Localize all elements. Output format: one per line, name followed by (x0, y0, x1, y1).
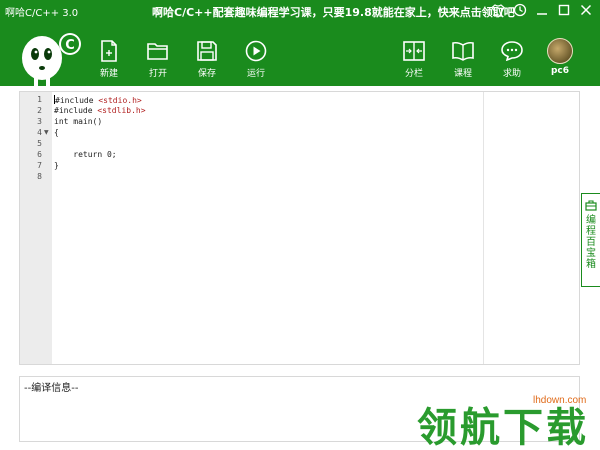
save-label: 保存 (197, 69, 216, 79)
chat-bubble-icon (501, 40, 523, 62)
code-token: return 0; (54, 150, 117, 159)
book-icon (452, 40, 474, 62)
editor-margin-guide (483, 92, 484, 364)
open-file-label: 打开 (148, 69, 167, 79)
programming-toolbox-tab[interactable]: 编程百宝箱 (581, 193, 600, 287)
split-view-icon (403, 40, 425, 62)
app-title: 啊哈C/C++ 3.0 (5, 8, 79, 19)
line-number: 7 (37, 161, 42, 170)
code-token: { (54, 128, 59, 137)
course-label: 课程 (453, 69, 472, 79)
svg-text:C: C (65, 38, 75, 53)
settings-icon[interactable] (512, 2, 528, 18)
open-file-button[interactable]: 打开 (138, 40, 178, 79)
code-line: } (54, 161, 59, 170)
user-name: pc6 (550, 66, 570, 76)
compile-header: --编译信息-- (24, 383, 79, 394)
mascot-logo-icon: C (22, 33, 81, 86)
close-icon[interactable] (578, 2, 594, 18)
run-button[interactable]: 运行 (236, 40, 276, 79)
line-number: 1 (37, 95, 42, 104)
new-file-button[interactable]: 新建 (89, 40, 129, 79)
run-label: 运行 (246, 69, 265, 79)
toolbox-label: 编程百宝箱 (586, 215, 596, 270)
code-editor[interactable]: 1 2 3 4 ▼ 5 6 7 8 #include <stdio.h> #in… (19, 91, 580, 365)
line-number: 3 (37, 117, 42, 126)
toolbox-icon (585, 200, 597, 211)
code-token: int main() (54, 117, 103, 126)
code-line: #include <stdio.h> (54, 95, 142, 105)
code-string: <stdio.h> (98, 96, 142, 105)
code-string: <stdlib.h> (97, 106, 146, 115)
help-button[interactable]: 求助 (492, 40, 532, 79)
minimize-icon[interactable] (534, 2, 550, 18)
code-line: return 0; (54, 150, 117, 159)
code-token: } (54, 161, 59, 170)
save-icon (196, 40, 218, 62)
promo-banner-link[interactable]: 啊哈C/C++配套趣味编程学习课，只要19.8就能在家上，快来点击领取吧 (152, 4, 515, 20)
new-file-icon (98, 40, 120, 62)
watermark-url: lhdown.com (533, 395, 587, 406)
watermark: 领航下载 lhdown.com (417, 395, 597, 450)
save-button[interactable]: 保存 (187, 40, 227, 79)
code-line: int main() (54, 117, 102, 126)
new-file-label: 新建 (99, 69, 118, 79)
play-icon (245, 40, 267, 62)
maximize-icon[interactable] (556, 2, 572, 18)
line-number-gutter: 1 2 3 4 ▼ 5 6 7 8 (20, 92, 52, 364)
code-line: { (54, 128, 59, 137)
line-number: 5 (37, 139, 42, 148)
app-header: 啊哈C/C++ 3.0 啊哈C/C++配套趣味编程学习课，只要19.8就能在家上… (0, 0, 600, 86)
shirt-icon[interactable] (490, 2, 506, 18)
code-line: #include <stdlib.h> (54, 106, 146, 115)
split-view-button[interactable]: 分栏 (394, 40, 434, 79)
line-number: 8 (37, 172, 42, 181)
line-number: 2 (37, 106, 42, 115)
split-view-label: 分栏 (404, 69, 423, 79)
line-number: 6 (37, 150, 42, 159)
code-text-area[interactable]: #include <stdio.h> #include <stdlib.h> i… (54, 92, 579, 364)
code-token: #include (55, 96, 99, 105)
fold-toggle-icon[interactable]: ▼ (44, 129, 49, 136)
line-number: 4 (37, 128, 42, 137)
open-folder-icon (147, 40, 169, 62)
avatar[interactable] (547, 38, 573, 64)
course-button[interactable]: 课程 (443, 40, 483, 79)
help-label: 求助 (502, 69, 521, 79)
window-controls (490, 2, 594, 18)
code-token: #include (54, 106, 98, 115)
user-profile[interactable]: pc6 (543, 38, 577, 76)
